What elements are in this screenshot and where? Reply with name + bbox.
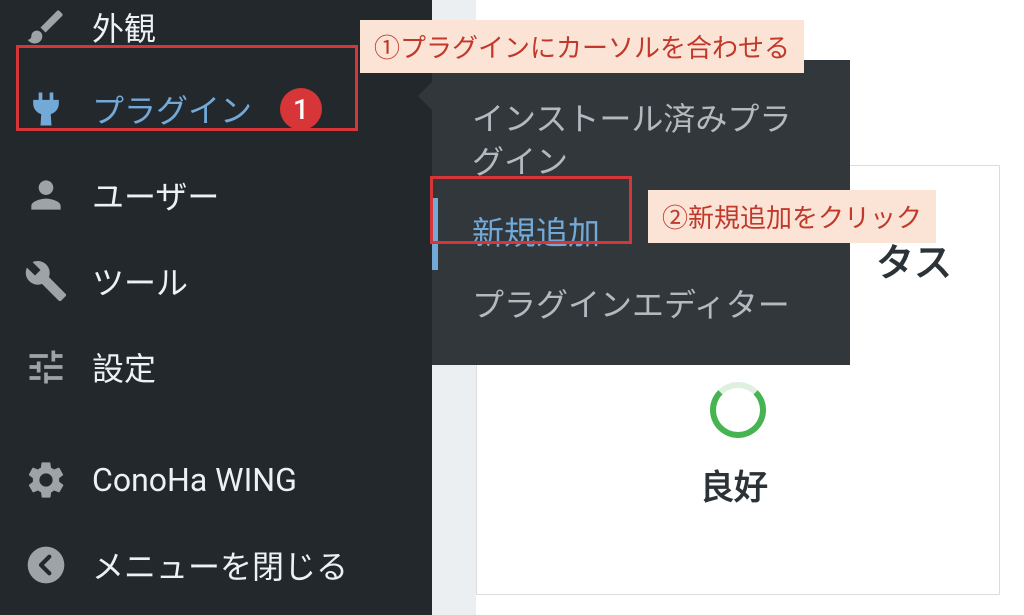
sidebar-item-label: 設定 bbox=[92, 344, 156, 390]
sidebar-item-label: メニューを閉じる bbox=[92, 542, 348, 588]
sidebar-item-label: プラグイン bbox=[92, 86, 252, 132]
user-icon bbox=[24, 173, 68, 217]
annotation-step-2: ②新規追加をクリック bbox=[648, 190, 936, 243]
sidebar-item-plugins[interactable]: プラグイン 1 bbox=[0, 66, 432, 152]
sidebar-item-conoha-wing[interactable]: ConoHa WING bbox=[0, 438, 432, 522]
sidebar-item-users[interactable]: ユーザー bbox=[0, 152, 432, 238]
annotation-step-1: ①プラグインにカーソルを合わせる bbox=[360, 20, 804, 73]
collapse-arrow-icon bbox=[24, 543, 68, 587]
sidebar-item-collapse[interactable]: メニューを閉じる bbox=[0, 522, 432, 608]
submenu-item-plugin-editor[interactable]: プラグインエディター bbox=[432, 270, 850, 341]
sidebar-item-tools[interactable]: ツール bbox=[0, 238, 432, 324]
sidebar-item-label: 外観 bbox=[92, 4, 156, 50]
update-count-badge: 1 bbox=[280, 88, 322, 130]
sidebar-item-label: ユーザー bbox=[92, 172, 219, 218]
plug-icon bbox=[24, 87, 68, 131]
submenu-item-installed-plugins[interactable]: インストール済みプラグイン bbox=[432, 84, 850, 198]
brush-icon bbox=[24, 5, 68, 49]
gear-icon bbox=[24, 458, 68, 502]
site-health-status-label: 良好 bbox=[700, 460, 768, 509]
sidebar-item-label: ConoHa WING bbox=[92, 461, 297, 499]
admin-sidebar: 外観 プラグイン 1 ユーザー ツール 設定 ConoHa WING bbox=[0, 0, 432, 615]
wrench-icon bbox=[24, 259, 68, 303]
sidebar-item-settings[interactable]: 設定 bbox=[0, 324, 432, 410]
loading-spinner-icon bbox=[710, 382, 766, 438]
sidebar-item-label: ツール bbox=[92, 258, 188, 304]
menu-separator bbox=[0, 410, 432, 438]
sliders-icon bbox=[24, 345, 68, 389]
